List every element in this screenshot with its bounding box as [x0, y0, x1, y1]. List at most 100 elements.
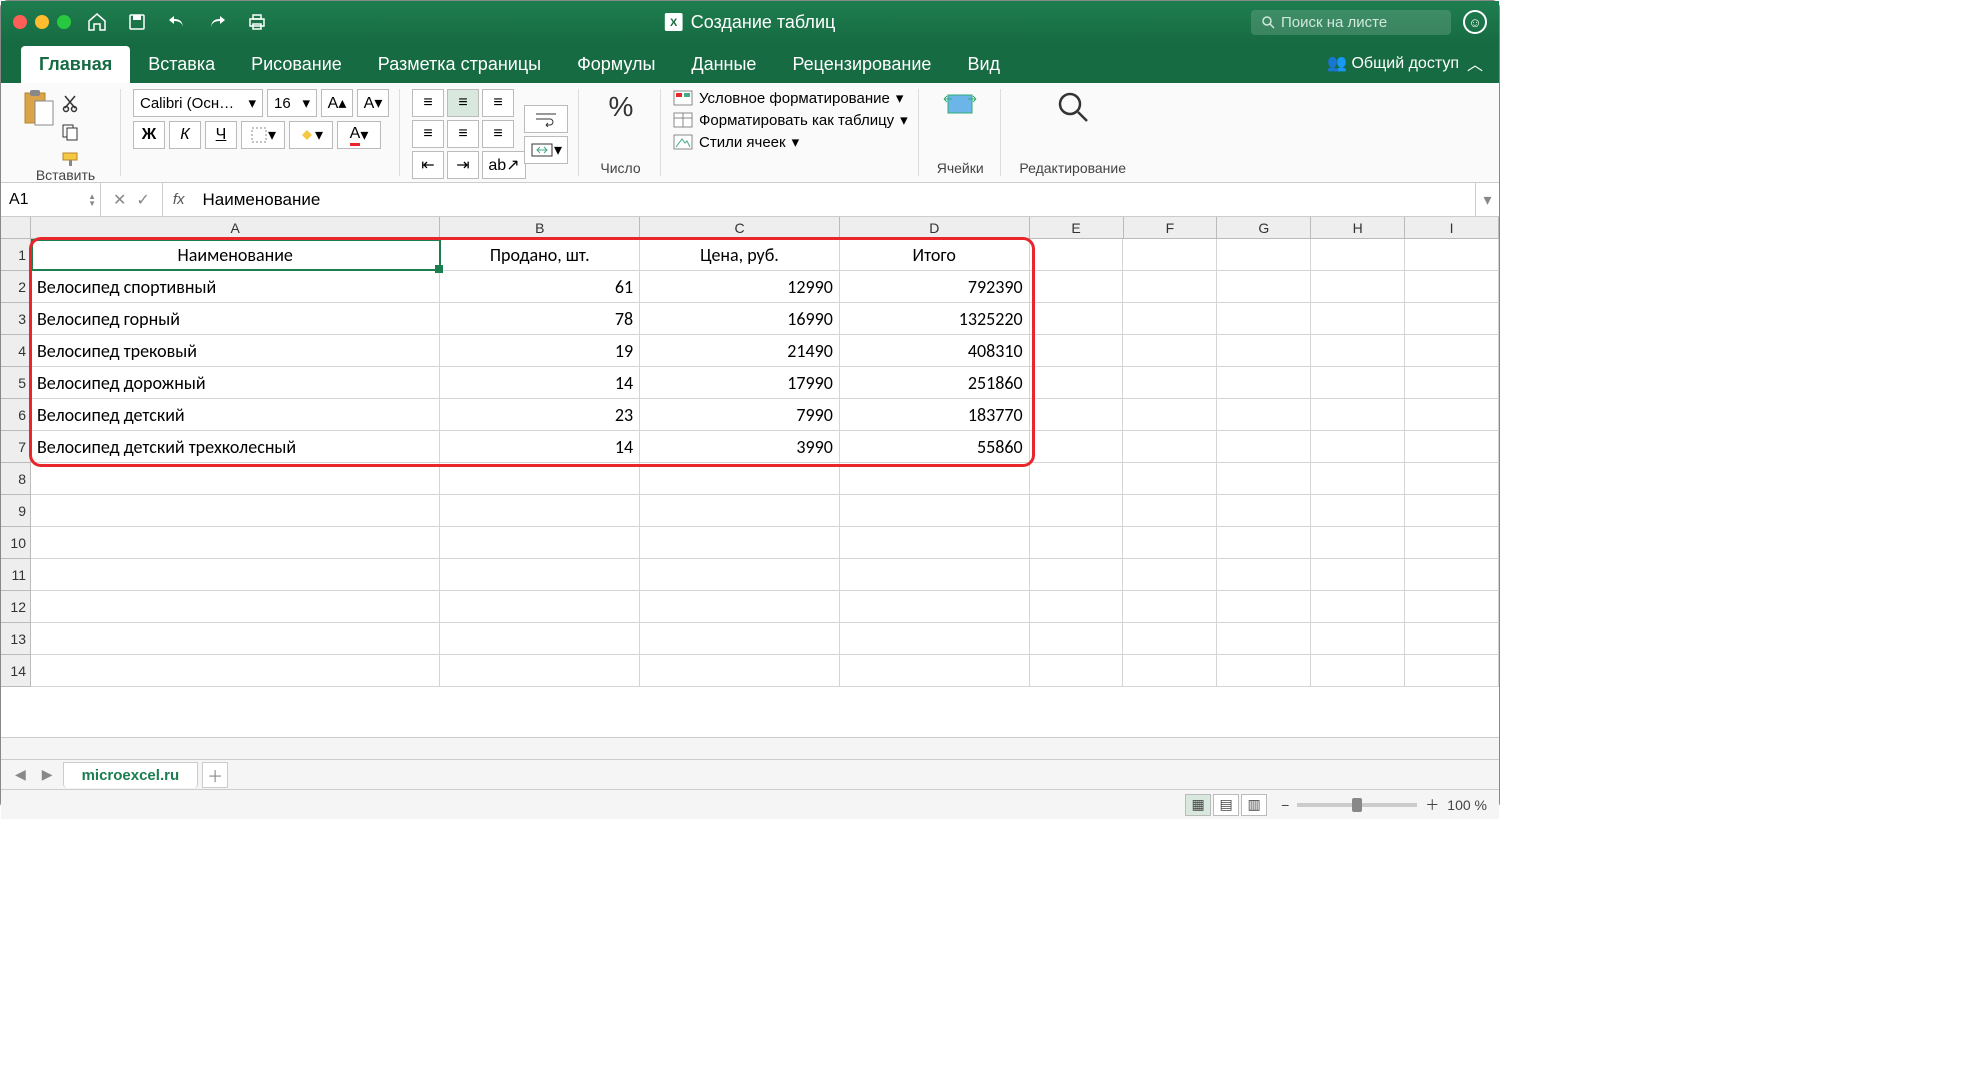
font-size-combo[interactable]: 16▾ [267, 89, 317, 117]
cell[interactable]: Велосипед трековый [31, 335, 440, 367]
cell[interactable] [1405, 591, 1499, 623]
tab-formulas[interactable]: Формулы [559, 46, 673, 83]
cell[interactable] [1030, 303, 1124, 335]
cell[interactable] [640, 559, 840, 591]
cell[interactable] [31, 655, 440, 687]
tab-home[interactable]: Главная [21, 46, 130, 83]
cell[interactable] [1123, 271, 1217, 303]
next-sheet-button[interactable]: ▶ [36, 766, 59, 783]
col-header[interactable]: A [31, 217, 440, 238]
undo-icon[interactable] [167, 12, 187, 32]
cell[interactable] [31, 559, 440, 591]
cell[interactable] [1030, 335, 1124, 367]
cell[interactable]: Наименование [31, 239, 440, 271]
row-header[interactable]: 8 [1, 463, 31, 495]
cell[interactable] [1217, 623, 1311, 655]
cell[interactable] [1217, 431, 1311, 463]
select-all-corner[interactable] [1, 217, 31, 238]
cell[interactable] [1405, 271, 1499, 303]
cell[interactable] [1217, 367, 1311, 399]
merge-button[interactable]: ▾ [524, 136, 568, 164]
cell[interactable] [31, 623, 440, 655]
col-header[interactable]: G [1217, 217, 1311, 238]
tab-draw[interactable]: Рисование [233, 46, 360, 83]
cell[interactable] [1030, 463, 1124, 495]
fx-label[interactable]: fx [163, 191, 195, 208]
row-header[interactable]: 10 [1, 527, 31, 559]
cells-button[interactable] [931, 89, 990, 119]
feedback-icon[interactable]: ☺ [1463, 10, 1487, 34]
cut-icon[interactable] [61, 93, 81, 113]
cell[interactable] [1405, 623, 1499, 655]
align-left-button[interactable]: ≡ [412, 120, 444, 148]
underline-button[interactable]: Ч [205, 121, 237, 149]
col-header[interactable]: E [1030, 217, 1124, 238]
cell[interactable]: 23 [440, 399, 640, 431]
cell[interactable]: 78 [440, 303, 640, 335]
cell[interactable] [1405, 655, 1499, 687]
row-header[interactable]: 7 [1, 431, 31, 463]
col-header[interactable]: D [840, 217, 1030, 238]
zoom-slider[interactable] [1297, 803, 1417, 807]
cell[interactable]: Цена, руб. [640, 239, 840, 271]
cell[interactable]: 14 [440, 431, 640, 463]
align-right-button[interactable]: ≡ [482, 120, 514, 148]
cell[interactable] [1405, 335, 1499, 367]
cell[interactable] [1405, 527, 1499, 559]
cell[interactable] [1123, 367, 1217, 399]
cell[interactable] [640, 623, 840, 655]
spreadsheet-grid[interactable]: A B C D E F G H I 1234567891011121314 На… [1, 217, 1499, 737]
align-bottom-button[interactable]: ≡ [482, 89, 514, 117]
expand-formula-bar-icon[interactable]: ▾ [1475, 183, 1499, 216]
row-header[interactable]: 11 [1, 559, 31, 591]
row-header[interactable]: 6 [1, 399, 31, 431]
cell[interactable] [1123, 623, 1217, 655]
horizontal-scrollbar[interactable] [1, 737, 1499, 759]
zoom-out-button[interactable]: − [1281, 797, 1289, 813]
cell[interactable] [1405, 559, 1499, 591]
tab-data[interactable]: Данные [673, 46, 774, 83]
cell[interactable] [1405, 463, 1499, 495]
cell[interactable]: 7990 [640, 399, 840, 431]
row-header[interactable]: 3 [1, 303, 31, 335]
cell[interactable] [31, 463, 440, 495]
col-header[interactable]: H [1311, 217, 1405, 238]
cell[interactable] [1311, 591, 1405, 623]
cell[interactable]: 16990 [640, 303, 840, 335]
cell[interactable] [1217, 495, 1311, 527]
cell[interactable] [1123, 463, 1217, 495]
cell[interactable] [1311, 463, 1405, 495]
cell[interactable] [1030, 399, 1124, 431]
col-header[interactable]: B [440, 217, 640, 238]
italic-button[interactable]: К [169, 121, 201, 149]
cell[interactable] [440, 623, 640, 655]
cell[interactable] [1030, 527, 1124, 559]
cell[interactable] [840, 463, 1030, 495]
format-painter-icon[interactable] [61, 151, 81, 167]
copy-icon[interactable] [61, 123, 81, 141]
formula-input[interactable]: Наименование [194, 190, 1475, 210]
cell[interactable] [1123, 239, 1217, 271]
cell[interactable] [1123, 303, 1217, 335]
cell[interactable] [1311, 655, 1405, 687]
editing-button[interactable] [1013, 89, 1133, 125]
cell[interactable] [31, 591, 440, 623]
cell[interactable] [1217, 527, 1311, 559]
cell[interactable] [440, 655, 640, 687]
close-window-button[interactable] [13, 15, 27, 29]
cell[interactable]: 408310 [840, 335, 1030, 367]
cell[interactable] [1311, 399, 1405, 431]
bold-button[interactable]: Ж [133, 121, 165, 149]
cell[interactable] [1030, 591, 1124, 623]
align-middle-button[interactable]: ≡ [447, 89, 479, 117]
orientation-button[interactable]: ab↗ [482, 151, 526, 179]
cell[interactable]: 21490 [640, 335, 840, 367]
cell[interactable]: 17990 [640, 367, 840, 399]
tab-insert[interactable]: Вставка [130, 46, 233, 83]
number-format-button[interactable]: % [591, 89, 650, 125]
font-color-button[interactable]: А▾ [337, 121, 381, 149]
cell[interactable]: 251860 [840, 367, 1030, 399]
increase-indent-button[interactable]: ⇥ [447, 151, 479, 179]
cell[interactable] [1217, 591, 1311, 623]
cell[interactable] [840, 559, 1030, 591]
